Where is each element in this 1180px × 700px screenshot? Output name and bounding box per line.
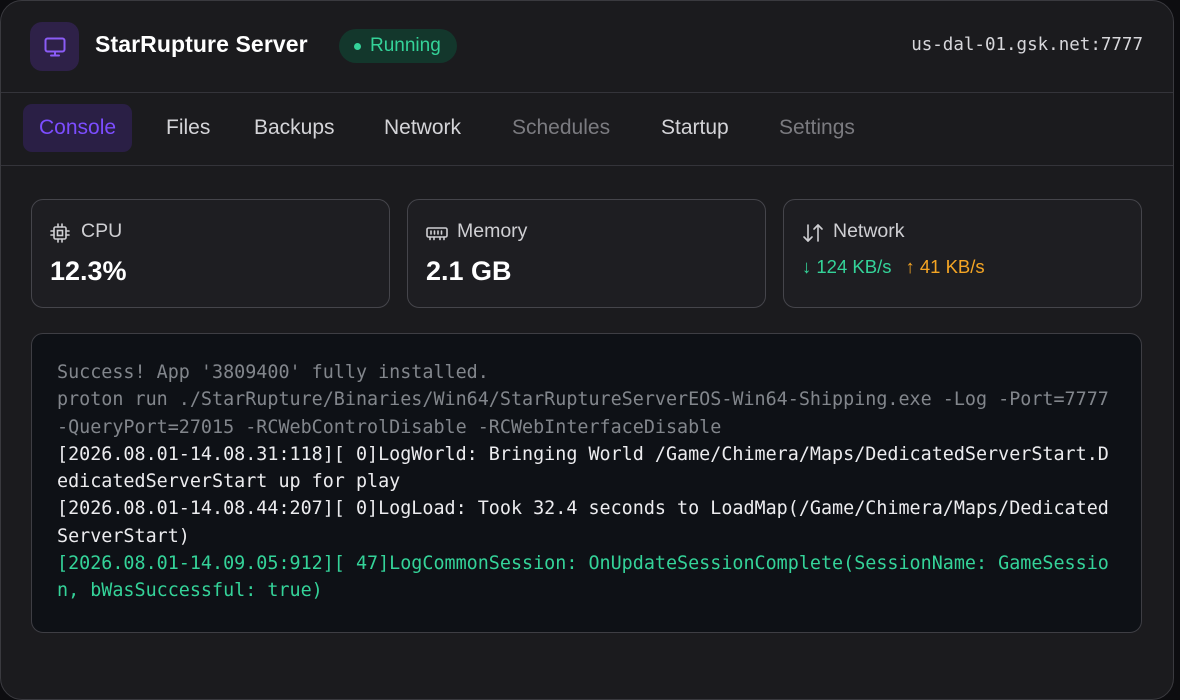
tab-bar: Console Files Backups Network Schedules … <box>1 92 1173 166</box>
tab-files[interactable]: Files <box>166 104 210 152</box>
status-badge: Running <box>339 29 457 63</box>
network-download-rate: ↓ 124 KB/s <box>802 256 892 277</box>
page-title: StarRupture Server <box>95 31 308 57</box>
console-line: Success! App '3809400' fully installed. <box>57 362 489 383</box>
tab-console[interactable]: Console <box>23 104 133 152</box>
monitor-icon <box>30 22 79 71</box>
memory-icon <box>426 227 448 241</box>
console-line: [2026.08.01-14.08.44:207][ 0]LogLoad: To… <box>57 498 1109 547</box>
cpu-label: CPU <box>81 220 123 242</box>
console-line: [2026.08.01-14.08.31:118][ 0]LogWorld: B… <box>57 443 1109 493</box>
memory-value: 2.1 GB <box>426 256 512 286</box>
network-label: Network <box>833 220 905 242</box>
status-dot-icon <box>354 42 361 50</box>
server-address: us-dal-01.gsk.net:7777 <box>911 35 1143 55</box>
cpu-icon <box>50 223 70 243</box>
network-card: Network ↓ 124 KB/s ↑ 41 KB/s <box>783 199 1142 308</box>
tab-backups[interactable]: Backups <box>254 104 335 152</box>
server-header: StarRupture Server Running us-dal-01.gsk… <box>1 1 1173 93</box>
network-rates: ↓ 124 KB/s ↑ 41 KB/s <box>802 256 985 278</box>
cpu-value: 12.3% <box>50 256 127 286</box>
console-line: proton run ./StarRupture/Binaries/Win64/… <box>57 389 1120 438</box>
memory-label: Memory <box>457 220 528 242</box>
memory-card: Memory 2.1 GB <box>407 199 766 308</box>
console-line: [2026.08.01-14.09.05:912][ 47]LogCommonS… <box>57 553 1109 602</box>
console-output[interactable]: Success! App '3809400' fully installed. … <box>31 333 1142 633</box>
tab-settings[interactable]: Settings <box>779 104 855 152</box>
cpu-card: CPU 12.3% <box>31 199 390 308</box>
tab-schedules[interactable]: Schedules <box>512 104 610 152</box>
transfer-icon <box>803 224 823 242</box>
network-upload-rate: ↑ 41 KB/s <box>905 256 985 277</box>
status-text: Running <box>370 35 441 56</box>
tab-network[interactable]: Network <box>384 104 461 152</box>
tab-startup[interactable]: Startup <box>661 104 729 152</box>
server-panel: StarRupture Server Running us-dal-01.gsk… <box>0 0 1174 700</box>
